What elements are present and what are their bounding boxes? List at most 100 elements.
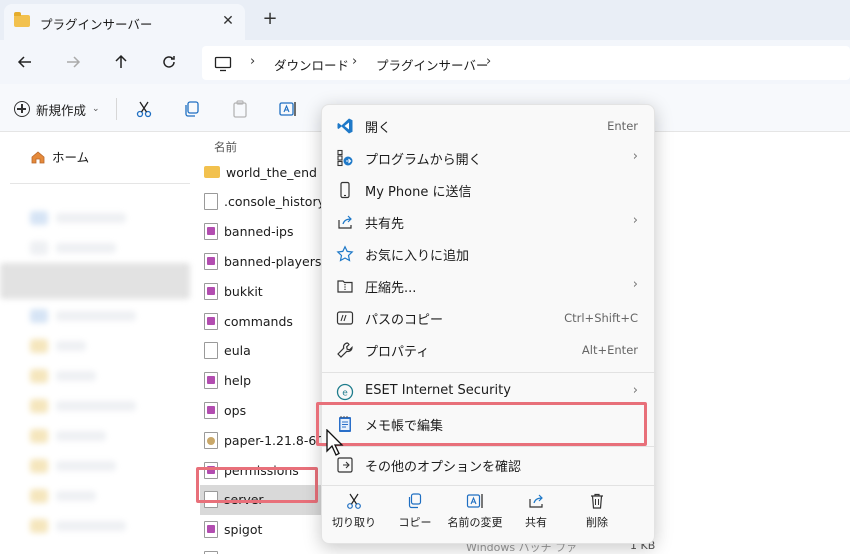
tab-title: プラグインサーバー [40, 17, 153, 32]
more-options-icon [337, 457, 353, 473]
back-button[interactable] [12, 50, 38, 74]
navigation-pane: ホーム [0, 133, 190, 554]
menu-divider [322, 485, 656, 486]
chevron-right-icon: › [632, 149, 638, 164]
sidebar-item-home[interactable]: ホーム [30, 147, 89, 166]
refresh-button[interactable] [156, 50, 182, 74]
blurred-item [30, 369, 48, 383]
menu-item-copy-path[interactable]: パスのコピー Ctrl+Shift+C [326, 302, 652, 334]
menu-item-more-options[interactable]: その他のオプションを確認 [326, 449, 652, 481]
breadcrumb-plugin-server[interactable]: プラグインサーバー [376, 55, 488, 74]
new-button-label: 新規作成 [36, 102, 87, 118]
json-file-icon [204, 282, 218, 300]
blurred-item [30, 429, 48, 443]
menu-item-open-with[interactable]: プログラムから開く › [326, 142, 652, 174]
blurred-item [56, 371, 96, 381]
notepad-item-highlight [316, 402, 647, 446]
new-tab-button[interactable]: + [259, 8, 281, 30]
new-button[interactable]: 新規作成 ⌄ [14, 99, 100, 119]
breadcrumb-downloads[interactable]: ダウンロード [274, 55, 349, 74]
context-menu: 開く Enter プログラムから開く › My Phone に送信 共有先 › … [321, 104, 656, 544]
up-button[interactable] [108, 50, 134, 74]
cut-icon[interactable] [134, 99, 154, 119]
arrow-up-icon [115, 54, 127, 68]
menu-item-add-favorites[interactable]: お気に入りに追加 [326, 238, 652, 270]
share-button[interactable]: 共有 [506, 490, 566, 536]
close-tab-icon[interactable]: ✕ [218, 11, 238, 31]
menu-item-label: My Phone に送信 [365, 185, 472, 200]
blurred-item [30, 211, 48, 225]
menu-item-label: お気に入りに追加 [365, 249, 470, 264]
copy-label: コピー [398, 516, 432, 529]
json-file-icon [204, 252, 218, 270]
menu-item-compress[interactable]: 圧縮先... › [326, 270, 652, 302]
breadcrumb-separator: › [486, 54, 492, 69]
blurred-item [0, 263, 190, 299]
copy-button[interactable]: コピー [385, 490, 445, 536]
cut-label: 切り取り [332, 516, 376, 529]
wrench-icon [337, 342, 353, 358]
blurred-item [30, 241, 48, 255]
blurred-item [30, 339, 48, 353]
chevron-right-icon: › [632, 213, 638, 228]
refresh-icon [163, 56, 175, 68]
folder-icon [14, 12, 30, 27]
menu-item-label: その他のオプションを確認 [365, 460, 522, 475]
chevron-right-icon: › [632, 383, 638, 398]
tab-plugin-server[interactable]: プラグインサーバー ✕ [4, 4, 245, 40]
menu-item-label: ESET Internet Security [365, 383, 511, 398]
server-file-highlight [196, 467, 318, 503]
menu-divider [322, 446, 656, 447]
rename-icon[interactable] [278, 99, 298, 119]
home-icon [31, 150, 45, 163]
file-row-start[interactable]: start [200, 544, 500, 554]
blurred-item [56, 461, 116, 471]
menu-item-label: パスのコピー [365, 313, 444, 328]
file-name: spigot [224, 522, 263, 538]
eset-icon: e [336, 383, 354, 401]
paste-icon[interactable] [230, 99, 250, 119]
breadcrumb-separator: › [250, 54, 256, 69]
blurred-item [56, 213, 126, 223]
address-bar[interactable]: › ダウンロード › プラグインサーバー › [202, 46, 850, 80]
menu-item-open[interactable]: 開く Enter [326, 110, 652, 142]
rename-icon [466, 494, 483, 508]
cut-button[interactable]: 切り取り [324, 490, 384, 536]
navigation-bar: › ダウンロード › プラグインサーバー › [0, 40, 850, 84]
rename-button[interactable]: 名前の変更 [445, 490, 505, 536]
column-header-name[interactable]: 名前 [214, 139, 237, 155]
json-file-icon [204, 223, 218, 241]
arrow-right-icon [67, 56, 81, 68]
menu-item-properties[interactable]: プロパティ Alt+Enter [326, 334, 652, 366]
forward-button[interactable] [60, 50, 86, 74]
divider [10, 183, 190, 184]
file-name: banned-ips [224, 224, 294, 240]
menu-item-send-to-phone[interactable]: My Phone に送信 [326, 174, 652, 206]
share-icon [338, 215, 352, 229]
menu-item-label: 圧縮先... [365, 281, 417, 296]
json-file-icon [204, 521, 218, 539]
delete-label: 削除 [586, 516, 608, 529]
menu-item-shortcut: Ctrl+Shift+C [564, 311, 638, 325]
file-name: help [224, 373, 252, 389]
copy-icon [408, 493, 422, 509]
trash-icon [591, 493, 603, 509]
menu-item-share-to[interactable]: 共有先 › [326, 206, 652, 238]
delete-button[interactable]: 削除 [567, 490, 627, 536]
svg-text:e: e [342, 389, 348, 399]
share-icon [529, 494, 543, 508]
blurred-item [56, 311, 136, 321]
blurred-item [30, 399, 48, 413]
menu-item-shortcut: Enter [607, 119, 638, 133]
phone-icon [340, 181, 350, 199]
copy-icon[interactable] [182, 99, 202, 119]
computer-icon [214, 56, 232, 72]
blurred-item [30, 459, 48, 473]
json-file-icon [204, 312, 218, 330]
file-name: banned-players [224, 253, 322, 269]
file-icon [204, 342, 218, 360]
divider [116, 98, 117, 120]
file-name: bukkit [224, 283, 263, 299]
file-name: eula [224, 343, 251, 359]
rename-label: 名前の変更 [447, 516, 503, 529]
